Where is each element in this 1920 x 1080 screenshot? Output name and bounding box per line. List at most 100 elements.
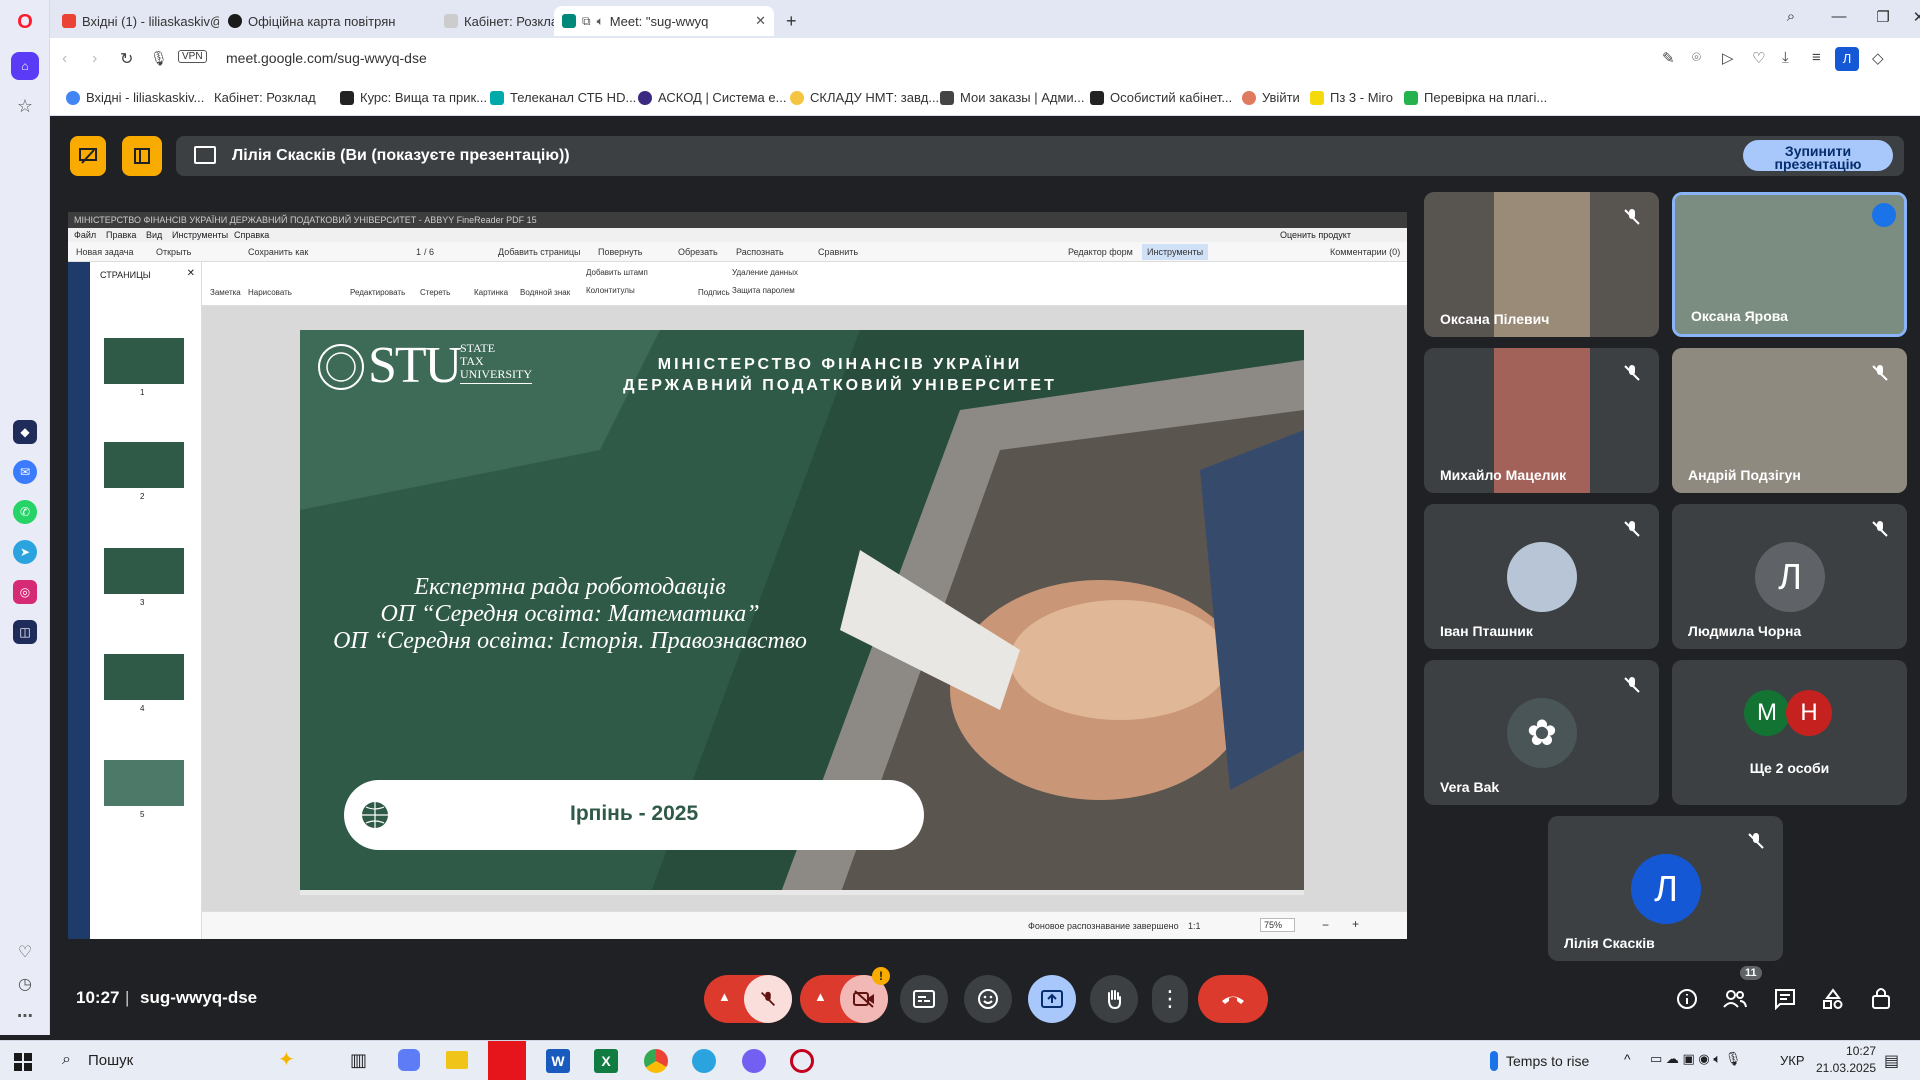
app-icon[interactable] <box>790 1049 814 1073</box>
telegram-taskbar-icon[interactable] <box>692 1049 716 1073</box>
reactions-button[interactable] <box>964 975 1012 1023</box>
participant-tile[interactable]: Л Людмила Чорна <box>1672 504 1907 649</box>
zoom-in-icon[interactable]: + <box>1352 917 1359 931</box>
camera-icon[interactable]: ⌾ <box>1692 49 1701 66</box>
chrome-icon[interactable] <box>644 1049 668 1073</box>
tools-button[interactable]: Инструменты <box>1142 244 1209 260</box>
sign-tool[interactable]: Подпись <box>698 288 730 297</box>
mic-icon[interactable]: 🎙︎ <box>150 50 168 67</box>
minimize-icon[interactable]: — <box>1824 8 1854 25</box>
download-icon[interactable]: ⤓ <box>1782 49 1789 66</box>
recognize-button[interactable]: Распознать <box>736 247 784 257</box>
rate-product[interactable]: Оценить продукт <box>1280 228 1351 242</box>
forward-icon[interactable]: › <box>92 50 97 68</box>
heart-icon[interactable]: ♡ <box>13 940 37 964</box>
erase-tool[interactable]: Стереть <box>420 288 450 297</box>
menu-view[interactable]: Вид <box>146 228 162 242</box>
new-task-button[interactable]: Новая задача <box>76 247 133 257</box>
clock[interactable]: 10:27 21.03.2025 <box>1816 1043 1876 1077</box>
mic-options-chevron-icon[interactable]: ▲ <box>718 989 731 1004</box>
favorite-icon[interactable]: ♡ <box>1752 49 1765 67</box>
compare-button[interactable]: Сравнить <box>818 247 858 257</box>
page-thumb[interactable] <box>104 442 184 488</box>
bookmark[interactable]: Курс: Вища та прик... <box>340 90 487 105</box>
menu-edit[interactable]: Правка <box>106 228 136 242</box>
share-icon[interactable]: ✎ <box>1662 49 1675 67</box>
present-now-button[interactable] <box>1028 975 1076 1023</box>
page-thumb[interactable] <box>104 654 184 700</box>
menu-tools[interactable]: Инструменты <box>172 228 228 242</box>
file-explorer-icon[interactable] <box>446 1051 468 1069</box>
speaker-icon[interactable]: 🔈︎ <box>597 14 604 29</box>
participant-tile[interactable]: Андрій Подзігун <box>1672 348 1907 493</box>
ratio-button[interactable]: 1:1 <box>1188 921 1201 931</box>
profile-avatar[interactable]: Л <box>1835 47 1859 71</box>
participant-tile[interactable]: Оксана Пілевич <box>1424 192 1659 337</box>
tab-gmail[interactable]: Вхідні (1) - liliaskaskiv@g <box>54 6 219 36</box>
crop-button[interactable]: Обрезать <box>678 247 718 257</box>
header-footer-tool[interactable]: Колонтитулы <box>586 286 635 295</box>
close-window-icon[interactable]: ✕ <box>1904 8 1920 26</box>
more-options-button[interactable]: ⋮ <box>1152 975 1188 1023</box>
history-icon[interactable]: ◷ <box>13 972 37 996</box>
zoom-out-icon[interactable]: − <box>1322 918 1329 932</box>
leave-call-button[interactable] <box>1198 975 1268 1023</box>
page-thumb[interactable] <box>104 548 184 594</box>
captions-button[interactable] <box>900 975 948 1023</box>
reload-icon[interactable]: ↻ <box>120 49 133 69</box>
windows-start-icon[interactable] <box>14 1053 32 1071</box>
opera-taskbar-icon[interactable] <box>488 1041 526 1080</box>
bookmark[interactable]: Телеканал СТБ HD... <box>490 90 636 105</box>
vpn-badge[interactable]: VPN <box>178 50 207 63</box>
tab-meet[interactable]: ⧉ 🔈︎ Meet: "sug-wwyq ✕ <box>554 6 774 36</box>
search-tabs-icon[interactable]: ⌕ <box>1776 8 1806 25</box>
page-thumb[interactable] <box>104 760 184 806</box>
bookmark[interactable]: СКЛАДУ НМТ: завд... <box>790 90 939 105</box>
whatsapp-icon[interactable]: ✆ <box>13 500 37 524</box>
url-text[interactable]: meet.google.com/sug-wwyq-dse <box>226 50 427 66</box>
opera-logo[interactable]: O <box>13 10 37 34</box>
activities-button[interactable] <box>1822 988 1844 1010</box>
stamp-tool[interactable]: Добавить штамп <box>586 268 648 277</box>
taskbar-search[interactable]: ⌕ Пошук ✦ <box>50 1041 320 1080</box>
bookmark[interactable]: АСКОД | Система е... <box>638 90 786 105</box>
restore-icon[interactable]: ❐ <box>1868 8 1898 26</box>
form-editor-button[interactable]: Редактор форм <box>1068 247 1133 257</box>
close-panel-icon[interactable]: ✕ <box>187 268 195 279</box>
viber-icon[interactable] <box>742 1049 766 1073</box>
participant-tile[interactable]: Л Лілія Скаскiв <box>1548 816 1783 961</box>
copilot-icon[interactable] <box>398 1049 420 1071</box>
word-icon[interactable]: W <box>546 1049 570 1073</box>
extension-icon[interactable]: ◫ <box>13 620 37 644</box>
new-tab-button[interactable]: + <box>778 6 806 36</box>
pip-icon[interactable]: ⧉ <box>582 14 591 29</box>
bookmark[interactable]: Пз 3 - Miro <box>1310 90 1393 105</box>
redact-tool[interactable]: Удаление данных <box>732 268 798 277</box>
tab-air-alert-map[interactable]: Офіційна карта повітрян <box>220 6 435 36</box>
task-view-icon[interactable]: ▥ <box>350 1050 367 1071</box>
pin-icon[interactable]: ☆ <box>13 94 37 118</box>
people-button[interactable]: 11 <box>1722 966 1762 1010</box>
participant-tile[interactable]: Оксана Ярова <box>1672 192 1907 337</box>
tray-icons[interactable]: ▭ ☁ ▣ ◉ 🔈︎ 🎙︎ <box>1650 1051 1741 1067</box>
host-controls-button[interactable] <box>1870 986 1892 1010</box>
edit-tool[interactable]: Редактировать <box>350 288 405 297</box>
menu-icon[interactable]: ≡ <box>1812 49 1821 66</box>
bookmark[interactable]: Кабінет: Розклад <box>214 90 316 105</box>
add-pages-button[interactable]: Добавить страницы <box>498 247 581 257</box>
tray-chevron-icon[interactable]: ^ <box>1624 1051 1631 1067</box>
layout-icon[interactable] <box>122 136 162 176</box>
image-tool[interactable]: Картинка <box>474 288 508 297</box>
rotate-button[interactable]: Повернуть <box>598 247 642 257</box>
participant-tile[interactable]: ✿ Vera Bak <box>1424 660 1659 805</box>
meeting-info-button[interactable] <box>1676 988 1698 1010</box>
password-tool[interactable]: Защита паролем <box>732 286 795 295</box>
draw-tool[interactable]: Нарисовать <box>248 288 292 297</box>
home-icon[interactable]: ⌂ <box>11 52 39 80</box>
bookmark[interactable]: Особистий кабінет... <box>1090 90 1232 105</box>
save-as-button[interactable]: Сохранить как <box>248 247 308 257</box>
stop-presenting-button[interactable]: Зупинити презентацію <box>1743 140 1893 171</box>
menu-file[interactable]: Файл <box>74 228 96 242</box>
back-icon[interactable]: ‹ <box>62 50 67 68</box>
watermark-tool[interactable]: Водяной знак <box>520 288 570 297</box>
